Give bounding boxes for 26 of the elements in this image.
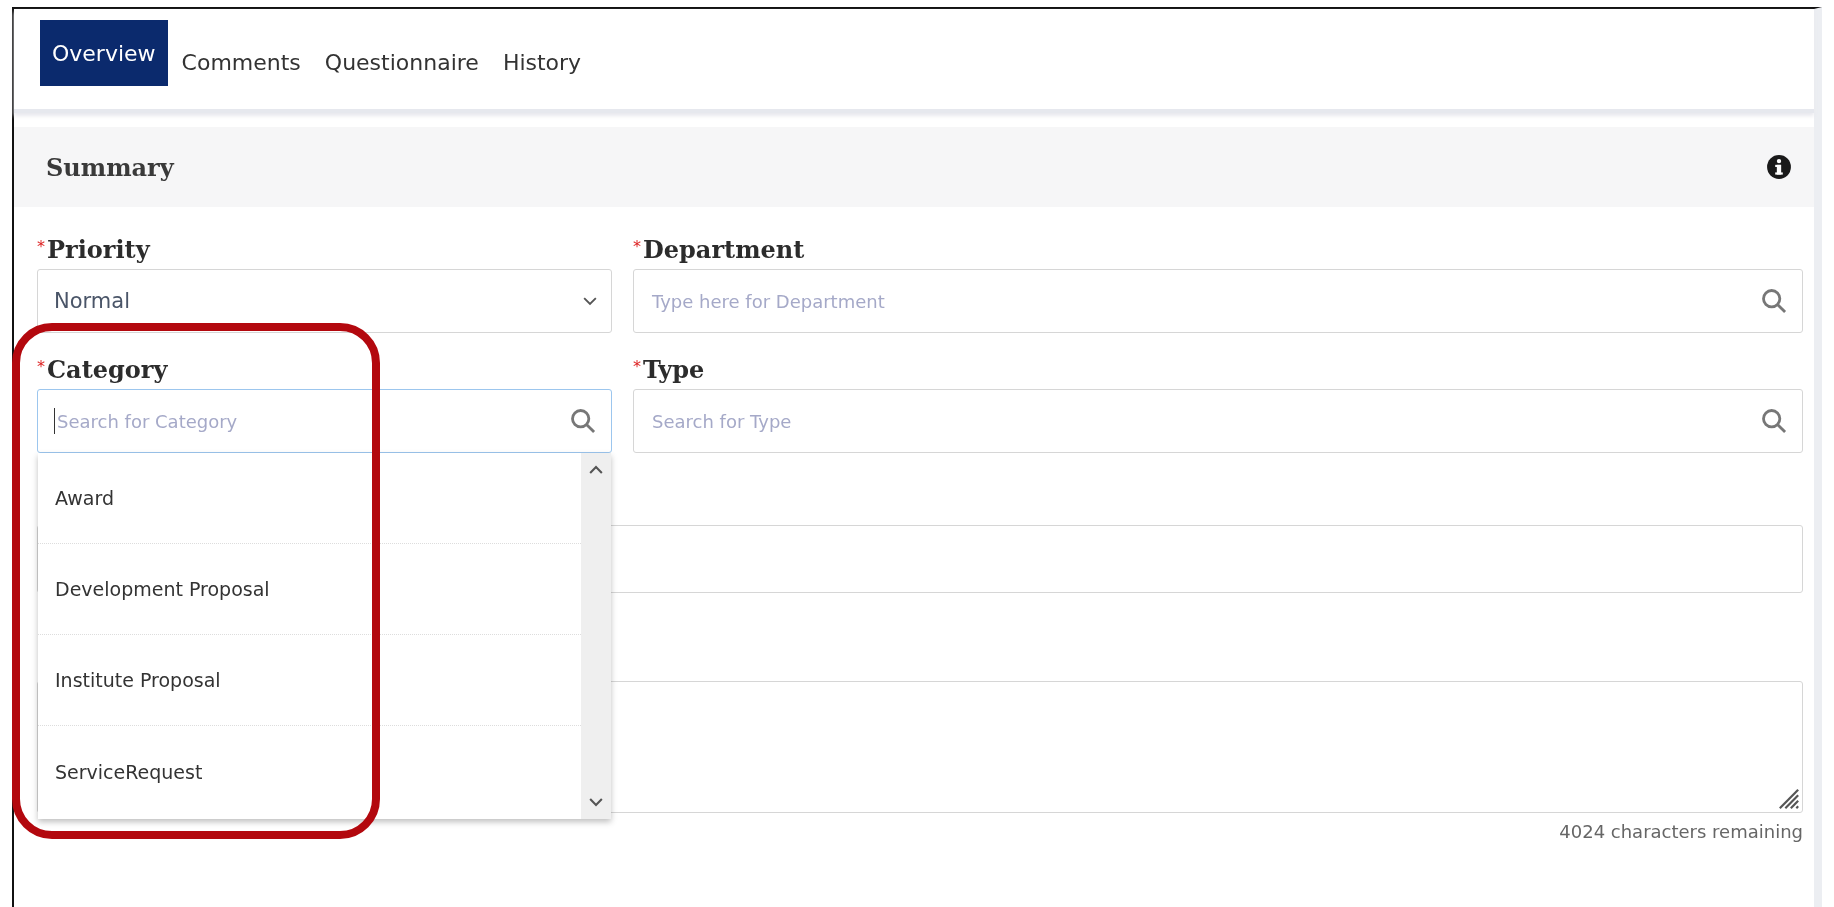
field-label: Department (643, 235, 805, 264)
required-marker: * (37, 239, 45, 255)
field-label: Category (47, 355, 168, 384)
chevron-down-icon[interactable] (589, 797, 603, 807)
required-marker: * (37, 359, 45, 375)
chevron-up-icon[interactable] (589, 465, 603, 475)
dropdown-option[interactable]: ServiceRequest (38, 726, 581, 817)
section-title: Summary (46, 152, 174, 182)
tab[interactable]: Questionnaire (314, 29, 489, 95)
tab[interactable]: Overview (40, 20, 168, 86)
search-icon[interactable] (1760, 407, 1788, 435)
tab[interactable]: History (492, 29, 592, 95)
required-marker: * (633, 359, 641, 375)
field-label: Priority (47, 235, 150, 264)
info-icon[interactable] (1766, 154, 1792, 180)
tab[interactable]: Comments (171, 29, 311, 95)
character-counter: 4024 characters remaining (1559, 821, 1803, 842)
chevron-down-icon (583, 296, 597, 306)
priority-dropdown[interactable]: Normal (37, 269, 612, 333)
resize-grip-icon[interactable] (1778, 788, 1800, 810)
search-icon[interactable] (1760, 287, 1788, 315)
field-label: Type (643, 355, 705, 384)
required-marker: * (633, 239, 641, 255)
text-cursor (54, 408, 55, 434)
scrollbar[interactable] (581, 453, 611, 819)
search-icon[interactable] (569, 407, 597, 435)
